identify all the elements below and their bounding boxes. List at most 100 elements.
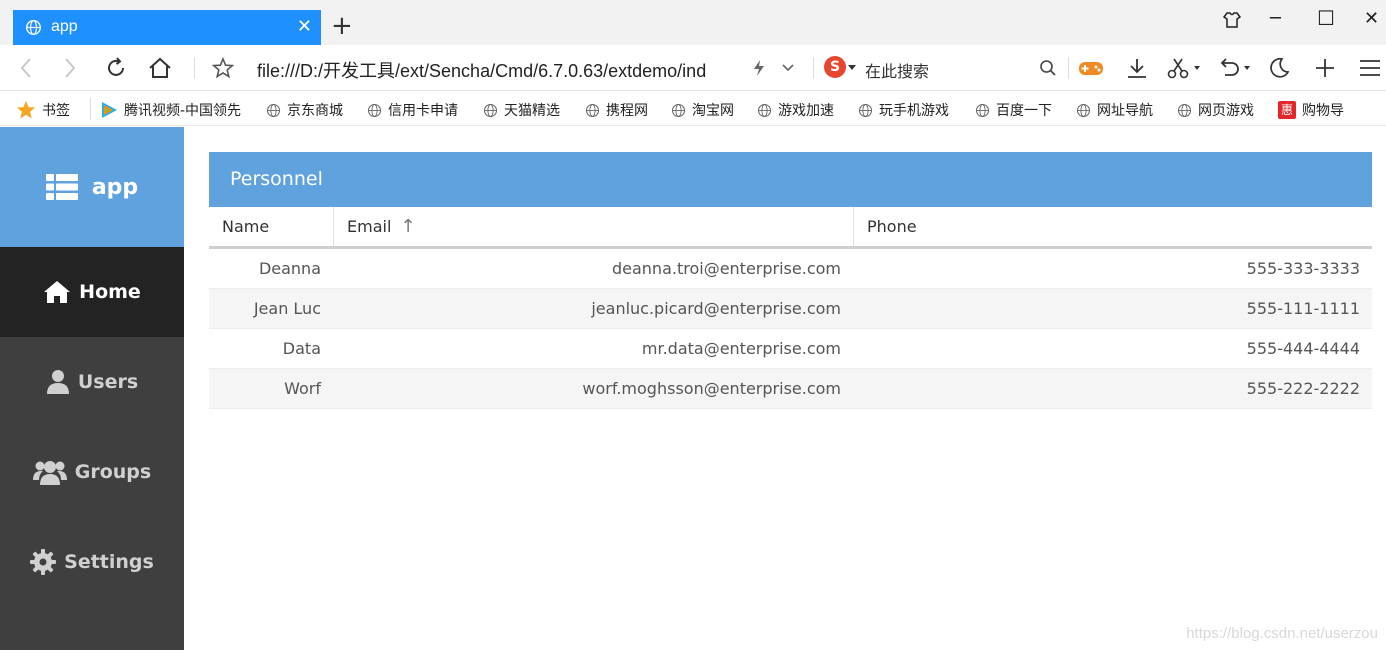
hamburger-icon bbox=[1360, 60, 1380, 76]
home-button[interactable] bbox=[146, 54, 174, 82]
new-tab-button[interactable]: + bbox=[331, 13, 353, 39]
bookmark-label: 信用卡申请 bbox=[388, 103, 458, 119]
sort-asc-icon: ↑ bbox=[400, 216, 416, 237]
night-mode-button[interactable] bbox=[1265, 54, 1293, 82]
nav-label: Home bbox=[79, 281, 141, 303]
user-icon bbox=[46, 370, 69, 394]
globe-icon bbox=[975, 103, 990, 117]
list-icon bbox=[45, 174, 78, 200]
toolbar-divider bbox=[813, 57, 814, 79]
bookmark-item[interactable]: 惠 购物导 bbox=[1278, 100, 1378, 120]
maximize-button[interactable]: ☐ bbox=[1317, 6, 1335, 30]
bookmark-item[interactable]: 玩手机游戏 bbox=[858, 100, 949, 120]
bookmark-star-button[interactable] bbox=[209, 54, 237, 82]
gear-icon bbox=[30, 549, 57, 575]
toolbar-divider bbox=[1068, 57, 1069, 79]
panel-title: Personnel bbox=[209, 152, 1372, 207]
sidebar: app Home Users Groups Settings bbox=[0, 127, 184, 650]
table-row[interactable]: Worf worf.moghsson@enterprise.com 555-22… bbox=[209, 369, 1372, 409]
bookmark-label: 百度一下 bbox=[996, 103, 1052, 119]
search-icon bbox=[1040, 60, 1056, 76]
chevron-down-icon bbox=[782, 64, 794, 72]
skin-icon[interactable] bbox=[1222, 10, 1242, 35]
column-header-name[interactable]: Name bbox=[209, 207, 333, 246]
bookmark-label: 游戏加速 bbox=[778, 103, 834, 119]
bookmarks-bar: 书签 腾讯视频-中国领先 京东商城 信用卡申请 天猫精选 携程网 淘宝网 游戏加… bbox=[0, 92, 1386, 126]
bookmark-item[interactable]: 腾讯视频-中国领先 bbox=[100, 100, 248, 120]
personnel-panel: Personnel Name Email ↑ Phone Deanna dean… bbox=[209, 152, 1372, 409]
grid-header: Name Email ↑ Phone bbox=[209, 207, 1372, 249]
bookmark-item[interactable]: 京东商城 bbox=[266, 100, 343, 120]
plus-icon bbox=[1316, 59, 1334, 77]
nav-item-home[interactable]: Home bbox=[0, 247, 184, 337]
undo-icon bbox=[1220, 58, 1250, 76]
table-row[interactable]: Jean Luc jeanluc.picard@enterprise.com 5… bbox=[209, 289, 1372, 329]
table-row[interactable]: Data mr.data@enterprise.com 555-444-4444 bbox=[209, 329, 1372, 369]
search-engine-icon[interactable]: S bbox=[824, 56, 846, 78]
bookmark-label: 天猫精选 bbox=[504, 103, 560, 119]
globe-icon bbox=[266, 103, 281, 117]
search-input[interactable]: 在此搜索 bbox=[865, 58, 929, 82]
cell-name: Worf bbox=[284, 379, 321, 398]
globe-icon bbox=[858, 103, 873, 117]
bookmark-item[interactable]: 携程网 bbox=[585, 100, 648, 120]
tab-close-icon[interactable]: ✕ bbox=[297, 16, 312, 37]
cell-phone: 555-444-4444 bbox=[1246, 339, 1360, 358]
forward-button[interactable] bbox=[56, 54, 84, 82]
add-button[interactable] bbox=[1311, 54, 1339, 82]
app-logo: app bbox=[0, 127, 184, 247]
bookmark-label: 网址导航 bbox=[1097, 103, 1153, 119]
url-input[interactable]: file:///D:/开发工具/ext/Sencha/Cmd/6.7.0.63/… bbox=[257, 57, 729, 83]
cell-name: Deanna bbox=[258, 259, 321, 278]
globe-icon bbox=[483, 103, 498, 117]
game-button[interactable] bbox=[1077, 54, 1105, 82]
nav-item-groups[interactable]: Groups bbox=[0, 427, 184, 517]
caret-down-icon[interactable] bbox=[848, 65, 856, 71]
globe-icon bbox=[367, 103, 382, 117]
cell-email: worf.moghsson@enterprise.com bbox=[582, 379, 841, 398]
bookmark-item[interactable]: 信用卡申请 bbox=[367, 100, 458, 120]
table-row[interactable]: Deanna deanna.troi@enterprise.com 555-33… bbox=[209, 249, 1372, 289]
bookmark-item[interactable]: 书签 bbox=[16, 100, 70, 120]
download-button[interactable] bbox=[1123, 54, 1151, 82]
lightning-button[interactable] bbox=[745, 54, 773, 82]
chevron-right-icon bbox=[65, 58, 76, 78]
globe-icon bbox=[757, 103, 772, 117]
moon-icon bbox=[1270, 57, 1290, 78]
nav-item-settings[interactable]: Settings bbox=[0, 517, 184, 607]
cell-email: jeanluc.picard@enterprise.com bbox=[591, 299, 841, 318]
menu-button[interactable] bbox=[1356, 54, 1384, 82]
window-close-button[interactable]: ✕ bbox=[1364, 8, 1379, 29]
back-button[interactable] bbox=[12, 54, 40, 82]
nav-item-users[interactable]: Users bbox=[0, 337, 184, 427]
bookmark-item[interactable]: 游戏加速 bbox=[757, 100, 834, 120]
globe-icon bbox=[1177, 103, 1192, 117]
bookmark-item[interactable]: 百度一下 bbox=[975, 100, 1052, 120]
url-dropdown-button[interactable] bbox=[774, 54, 802, 82]
reload-button[interactable] bbox=[102, 54, 130, 82]
search-button[interactable] bbox=[1034, 54, 1062, 82]
column-header-phone[interactable]: Phone bbox=[853, 207, 1372, 246]
cell-phone: 555-333-3333 bbox=[1246, 259, 1360, 278]
bookmarks-divider bbox=[90, 98, 91, 120]
bookmark-item[interactable]: 天猫精选 bbox=[483, 100, 560, 120]
bookmark-item[interactable]: 网址导航 bbox=[1076, 100, 1153, 120]
bookmark-label: 书签 bbox=[42, 103, 70, 119]
cell-phone: 555-111-1111 bbox=[1246, 299, 1360, 318]
chevron-left-icon bbox=[20, 58, 31, 78]
screenshot-button[interactable] bbox=[1165, 54, 1203, 82]
bookmark-item[interactable]: 淘宝网 bbox=[671, 100, 734, 120]
app-title: app bbox=[91, 174, 139, 200]
bookmark-label: 京东商城 bbox=[287, 103, 343, 119]
globe-icon bbox=[585, 103, 600, 117]
bookmark-label: 腾讯视频-中国领先 bbox=[124, 103, 242, 119]
bookmark-item[interactable]: 网页游戏 bbox=[1177, 100, 1254, 120]
cell-email: mr.data@enterprise.com bbox=[641, 339, 841, 358]
column-header-email[interactable]: Email ↑ bbox=[333, 207, 853, 246]
undo-button[interactable] bbox=[1215, 54, 1253, 82]
nav-label: Users bbox=[77, 371, 139, 393]
minimize-button[interactable]: ─ bbox=[1270, 8, 1281, 29]
browser-tab-app[interactable]: app ✕ bbox=[13, 10, 321, 45]
home-outline-icon bbox=[149, 57, 171, 78]
bookmark-label: 携程网 bbox=[606, 103, 648, 119]
